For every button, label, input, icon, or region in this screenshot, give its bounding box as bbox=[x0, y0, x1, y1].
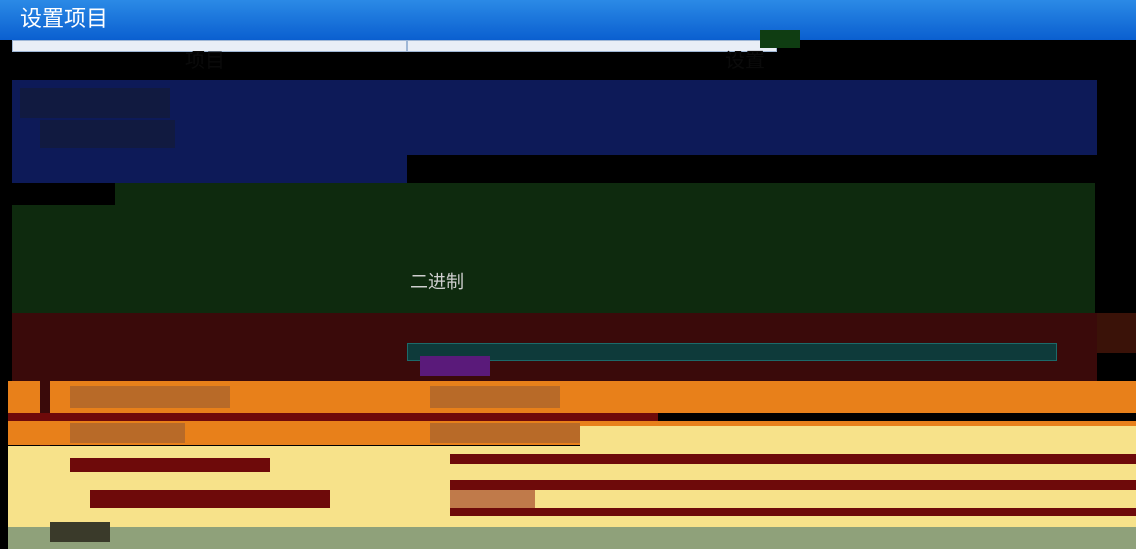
row-divider bbox=[450, 508, 1136, 516]
table-row[interactable] bbox=[580, 426, 1136, 446]
scrollbar-segment[interactable] bbox=[1097, 313, 1136, 353]
tree-item[interactable] bbox=[70, 423, 185, 443]
tree-item[interactable] bbox=[40, 120, 175, 148]
tree-item[interactable] bbox=[50, 522, 110, 542]
value-icon bbox=[420, 356, 490, 376]
table-row[interactable] bbox=[12, 205, 407, 313]
cell-value bbox=[430, 423, 580, 443]
status-strip bbox=[8, 527, 1136, 549]
cell-value bbox=[430, 386, 560, 408]
column-header-item-label: 项目 bbox=[185, 48, 225, 72]
window-title: 设置项目 bbox=[20, 7, 109, 32]
title-bar: 设置项目 bbox=[0, 0, 1136, 40]
row-divider bbox=[450, 480, 1136, 490]
binary-value: 二进制 bbox=[410, 272, 464, 293]
cell-value bbox=[450, 490, 535, 510]
tree-item[interactable] bbox=[90, 490, 330, 508]
row-divider bbox=[450, 454, 1136, 464]
tree-item[interactable] bbox=[70, 458, 270, 472]
header-icon bbox=[760, 30, 800, 48]
tree-item[interactable] bbox=[70, 386, 230, 408]
column-header-setting-label: 设置 bbox=[725, 48, 765, 72]
table-row[interactable] bbox=[12, 155, 407, 183]
tree-item[interactable] bbox=[20, 88, 170, 118]
value-input[interactable] bbox=[407, 343, 1057, 361]
column-header-setting[interactable] bbox=[407, 40, 777, 52]
row-divider bbox=[8, 413, 658, 421]
